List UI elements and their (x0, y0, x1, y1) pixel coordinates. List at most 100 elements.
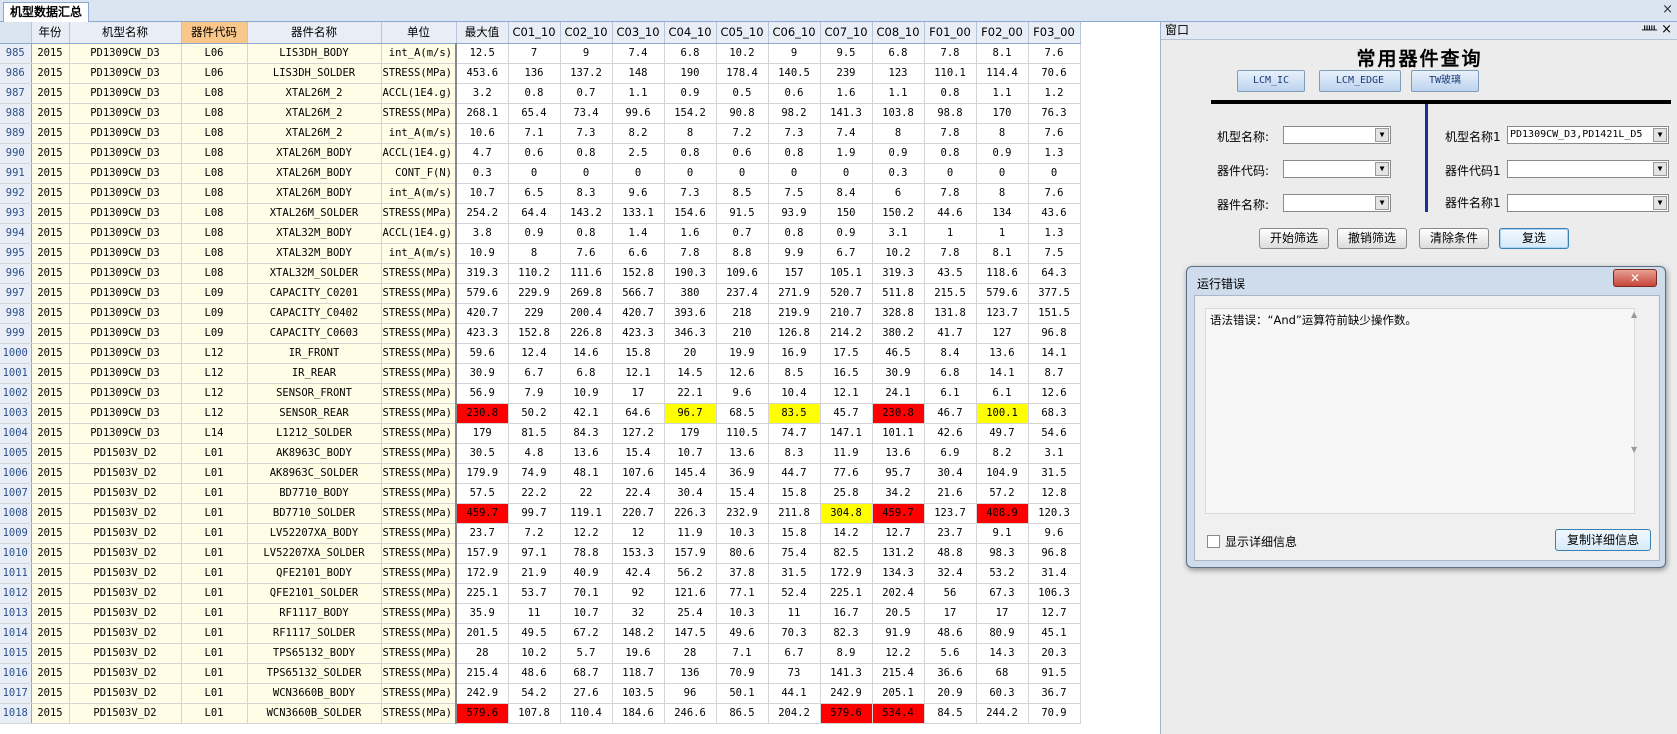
table-cell[interactable]: 237.4 (716, 283, 769, 304)
table-cell[interactable]: 12.6 (716, 363, 769, 384)
column-header[interactable]: 器件名称 (247, 22, 382, 44)
table-cell[interactable]: 254.2 (456, 203, 509, 224)
table-cell[interactable]: 10.7 (560, 603, 613, 624)
row-number[interactable]: 1000 (0, 343, 32, 364)
table-cell[interactable]: STRESS(MPa) (381, 483, 457, 504)
table-cell[interactable]: 2015 (31, 283, 70, 304)
table-cell[interactable]: PD1309CW_D3 (69, 123, 182, 144)
table-cell[interactable]: 8 (508, 243, 561, 264)
table-cell[interactable]: 64.6 (612, 403, 665, 424)
table-row[interactable]: 985 2015 PD1309CW_D3 L06 LIS3DH_BODY int_A(m/… (0, 43, 1081, 64)
table-cell[interactable]: 44.1 (768, 683, 821, 704)
table-cell[interactable]: 25.4 (664, 603, 717, 624)
table-cell[interactable]: 7.3 (560, 123, 613, 144)
table-cell[interactable]: L06 (181, 63, 248, 84)
table-cell[interactable]: PD1309CW_D3 (69, 343, 182, 364)
table-cell[interactable]: 202.4 (872, 583, 925, 604)
column-header[interactable]: C02_10 (560, 22, 613, 44)
table-cell[interactable]: 103.5 (612, 683, 665, 704)
table-cell[interactable]: 7.9 (508, 383, 561, 404)
table-cell[interactable]: L01 (181, 623, 248, 644)
chevron-down-icon[interactable]: ▼ (1375, 196, 1389, 210)
table-cell[interactable]: 143.2 (560, 203, 613, 224)
table-cell[interactable]: 145.4 (664, 463, 717, 484)
row-number[interactable]: 987 (0, 83, 32, 104)
table-cell[interactable]: 12.7 (1028, 603, 1081, 624)
table-cell[interactable]: L08 (181, 143, 248, 164)
table-cell[interactable]: 271.9 (768, 283, 821, 304)
table-cell[interactable]: 73.4 (560, 103, 613, 124)
table-cell[interactable]: 215.4 (456, 663, 509, 684)
table-cell[interactable]: L12 (181, 403, 248, 424)
table-cell[interactable]: 74.7 (768, 423, 821, 444)
row-number[interactable]: 1011 (0, 563, 32, 584)
row-number[interactable]: 1009 (0, 523, 32, 544)
table-cell[interactable]: 7.4 (820, 123, 873, 144)
column-header[interactable]: F03_00 (1028, 22, 1081, 44)
row-number[interactable]: 985 (0, 43, 32, 64)
table-cell[interactable]: L12 (181, 383, 248, 404)
row-number[interactable]: 988 (0, 103, 32, 124)
table-cell[interactable]: STRESS(MPa) (381, 323, 457, 344)
table-cell[interactable]: PD1309CW_D3 (69, 283, 182, 304)
copy-details-button[interactable]: 复制详细信息 (1555, 529, 1651, 551)
table-cell[interactable]: AK8963C_SOLDER (247, 463, 382, 484)
table-cell[interactable]: QFE2101_SOLDER (247, 583, 382, 604)
table-cell[interactable]: 1.4 (612, 223, 665, 244)
table-cell[interactable]: L12 (181, 363, 248, 384)
table-cell[interactable]: 230.8 (872, 403, 925, 424)
table-cell[interactable]: 50.1 (716, 683, 769, 704)
row-number[interactable]: 993 (0, 203, 32, 224)
table-cell[interactable]: 380 (664, 283, 717, 304)
table-row[interactable]: 997 2015 PD1309CW_D3 L09 CAPACITY_C0201 STRES… (0, 283, 1081, 304)
table-cell[interactable]: PD1503V_D2 (69, 643, 182, 664)
table-cell[interactable]: int_A(m/s) (381, 243, 457, 264)
table-cell[interactable]: 0.6 (768, 83, 821, 104)
table-cell[interactable]: SENSOR_FRONT (247, 383, 382, 404)
table-cell[interactable]: 109.6 (716, 263, 769, 284)
row-number[interactable]: 996 (0, 263, 32, 284)
chevron-down-icon[interactable]: ▼ (1653, 128, 1667, 142)
table-cell[interactable]: 10.2 (508, 643, 561, 664)
column-header[interactable]: F01_00 (924, 22, 977, 44)
table-cell[interactable]: 56 (924, 583, 977, 604)
table-cell[interactable]: 0.8 (664, 143, 717, 164)
table-cell[interactable]: 56.9 (456, 383, 509, 404)
part-code-combo[interactable]: ▼ (1283, 160, 1391, 178)
table-cell[interactable]: 59.6 (456, 343, 509, 364)
table-cell[interactable]: 7.6 (560, 243, 613, 264)
table-cell[interactable]: 110.4 (560, 703, 613, 724)
table-cell[interactable]: BD7710_BODY (247, 483, 382, 504)
chevron-down-icon[interactable]: ▼ (1653, 196, 1667, 210)
table-cell[interactable]: SENSOR_REAR (247, 403, 382, 424)
table-cell[interactable]: 77.1 (716, 583, 769, 604)
table-cell[interactable]: RF1117_SOLDER (247, 623, 382, 644)
table-cell[interactable]: 19.9 (716, 343, 769, 364)
table-cell[interactable]: STRESS(MPa) (381, 363, 457, 384)
start-filter-button[interactable]: 开始筛选 (1259, 228, 1329, 249)
table-cell[interactable]: 0 (976, 163, 1029, 184)
table-row[interactable]: 1003 2015 PD1309CW_D3 L12 SENSOR_REAR STRESS(… (0, 403, 1081, 424)
table-cell[interactable]: 225.1 (820, 583, 873, 604)
table-cell[interactable]: 2015 (31, 143, 70, 164)
table-row[interactable]: 1018 2015 PD1503V_D2 L01 WCN3660B_SOLDER STRE… (0, 703, 1081, 724)
table-row[interactable]: 986 2015 PD1309CW_D3 L06 LIS3DH_SOLDER STRESS… (0, 63, 1081, 84)
row-number[interactable]: 990 (0, 143, 32, 164)
table-cell[interactable]: 2015 (31, 123, 70, 144)
table-cell[interactable]: 49.6 (716, 623, 769, 644)
table-cell[interactable]: 9 (560, 43, 613, 64)
table-cell[interactable]: XTAL32M_BODY (247, 243, 382, 264)
table-cell[interactable]: LIS3DH_SOLDER (247, 63, 382, 84)
table-cell[interactable]: XTAL26M_2 (247, 123, 382, 144)
table-cell[interactable]: 53.2 (976, 563, 1029, 584)
table-cell[interactable]: 36.7 (1028, 683, 1081, 704)
table-cell[interactable]: L01 (181, 543, 248, 564)
row-number[interactable]: 1010 (0, 543, 32, 564)
table-cell[interactable]: 15.8 (768, 523, 821, 544)
table-cell[interactable]: 459.7 (456, 503, 509, 524)
table-cell[interactable]: STRESS(MPa) (381, 103, 457, 124)
table-row[interactable]: 1002 2015 PD1309CW_D3 L12 SENSOR_FRONT STRESS… (0, 383, 1081, 404)
table-cell[interactable]: 0.8 (924, 83, 977, 104)
row-number[interactable]: 1002 (0, 383, 32, 404)
table-cell[interactable]: 219.9 (768, 303, 821, 324)
